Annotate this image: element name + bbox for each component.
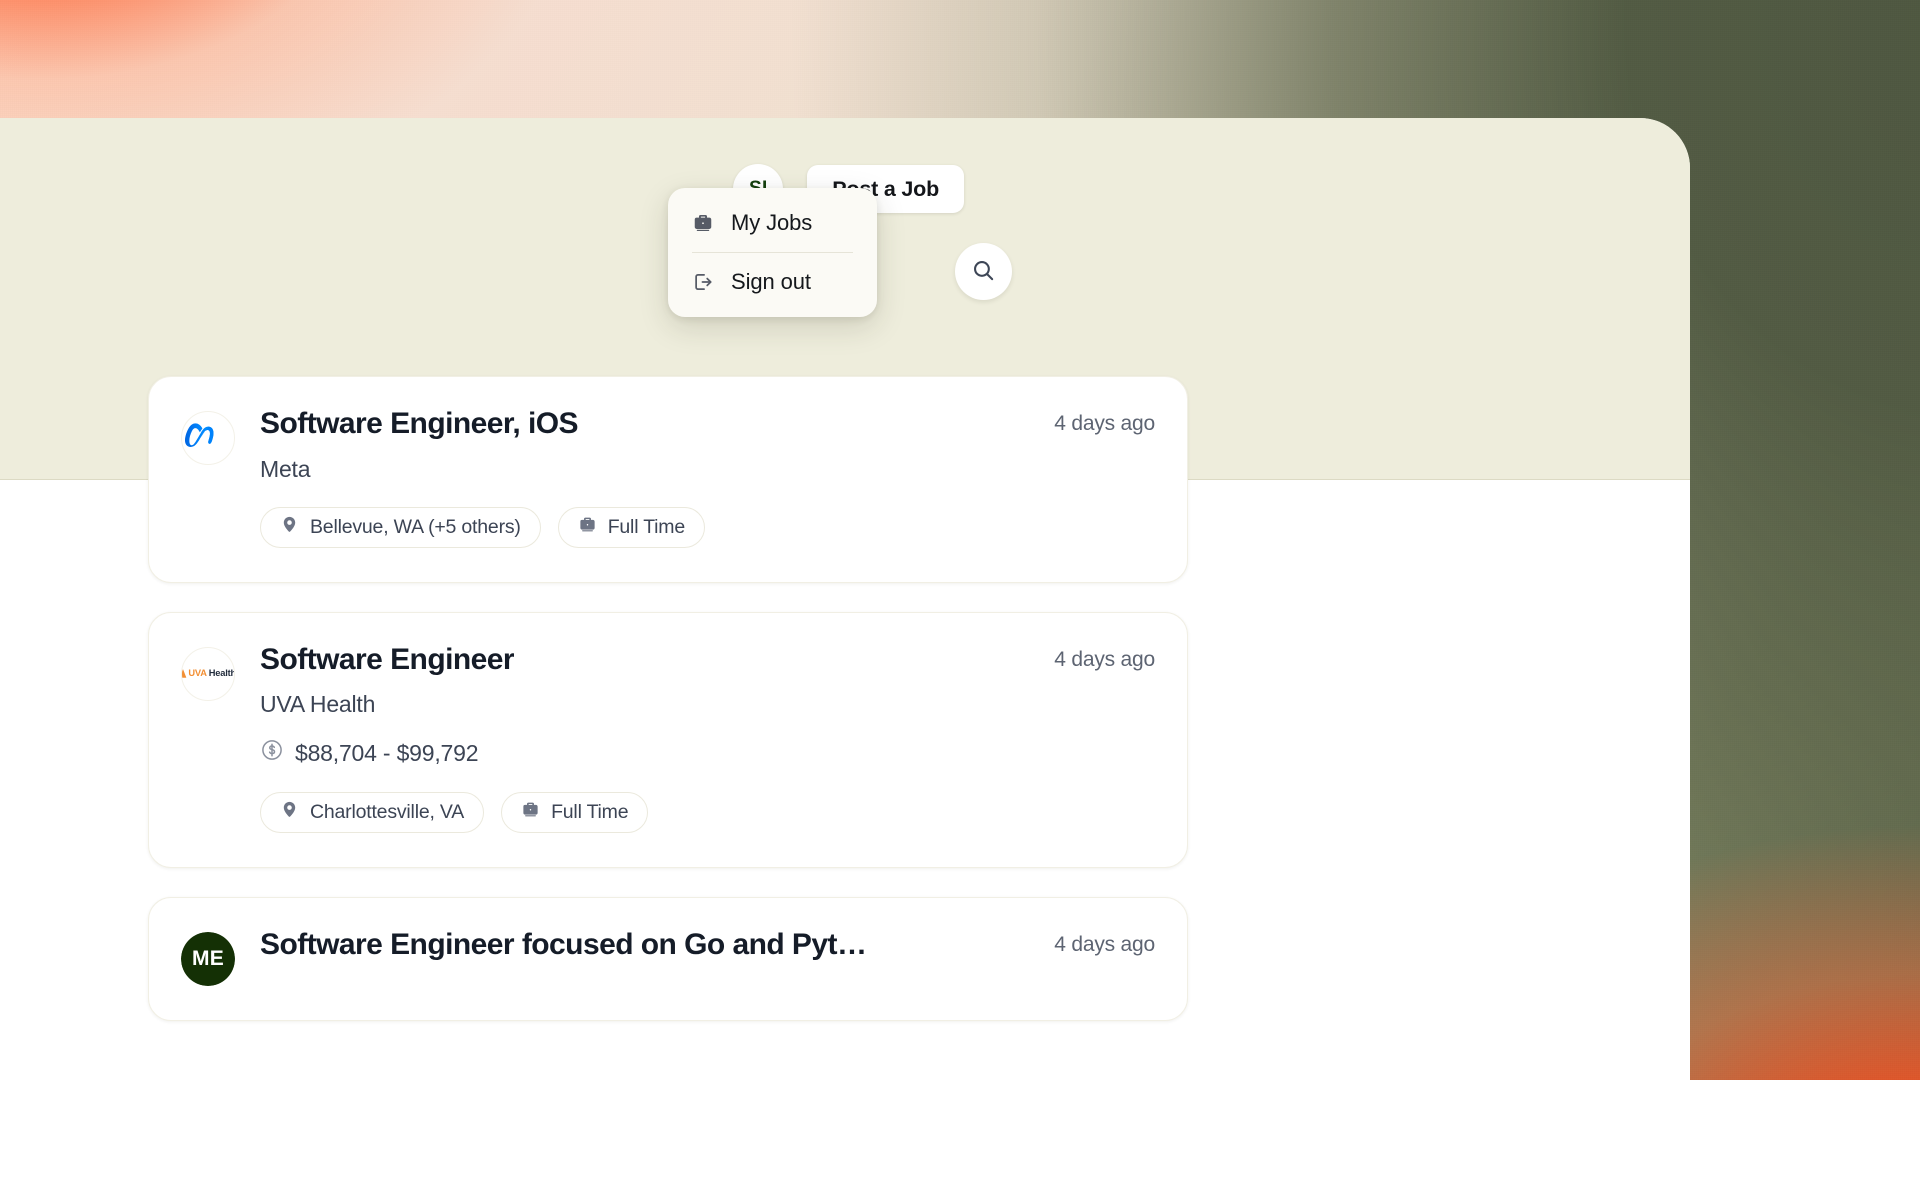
job-tag-location: Bellevue, WA (+5 others) [260, 507, 541, 548]
uva-mark [181, 669, 187, 678]
job-tag-location: Charlottesville, VA [260, 792, 484, 833]
job-top-row: Software Engineer focused on Go and Pyt…… [260, 928, 1155, 962]
briefcase-icon [692, 212, 714, 234]
job-list: Software Engineer, iOS 4 days ago Meta B… [148, 376, 1188, 1021]
job-title: Software Engineer, iOS [260, 407, 578, 441]
sign-out-icon [692, 271, 714, 293]
job-tag-label: Bellevue, WA (+5 others) [310, 516, 521, 539]
job-tag-employment-type: Full Time [558, 507, 705, 548]
job-tag-label: Charlottesville, VA [310, 801, 464, 824]
job-body: Software Engineer focused on Go and Pyt…… [260, 928, 1155, 986]
company-logo [181, 411, 235, 465]
job-card[interactable]: UVAHealth Software Engineer 4 days ago U… [148, 612, 1188, 869]
company-logo: ME [181, 932, 235, 986]
location-pin-icon [280, 800, 299, 825]
profile-dropdown-menu: My Jobs Sign out [668, 188, 877, 317]
job-posted-date: 4 days ago [1054, 407, 1155, 436]
app-window: SI Post a Job My Jobs [0, 118, 1690, 1178]
menu-item-label: Sign out [731, 269, 811, 295]
job-card[interactable]: Software Engineer, iOS 4 days ago Meta B… [148, 376, 1188, 583]
search-icon [971, 258, 996, 286]
job-top-row: Software Engineer, iOS 4 days ago [260, 407, 1155, 441]
uva-health-logo-icon: UVAHealth [181, 668, 235, 679]
location-pin-icon [280, 515, 299, 540]
job-title: Software Engineer focused on Go and Pyt… [260, 928, 866, 962]
menu-item-my-jobs[interactable]: My Jobs [668, 194, 877, 252]
job-tag-label: Full Time [551, 801, 628, 824]
dollar-circle-icon [260, 738, 284, 768]
company-logo: UVAHealth [181, 647, 235, 701]
job-tags: Bellevue, WA (+5 others) Full Time [260, 507, 1155, 548]
job-tag-employment-type: Full Time [501, 792, 648, 833]
job-posted-date: 4 days ago [1054, 643, 1155, 672]
job-title: Software Engineer [260, 643, 514, 677]
job-salary-range: $88,704 - $99,792 [295, 740, 478, 767]
job-top-row: Software Engineer 4 days ago [260, 643, 1155, 677]
menu-item-label: My Jobs [731, 210, 812, 236]
uva-logo-text-orange: UVA [189, 668, 207, 679]
job-company: UVA Health [260, 691, 1155, 718]
job-card[interactable]: ME Software Engineer focused on Go and P… [148, 897, 1188, 1021]
job-salary: $88,704 - $99,792 [260, 738, 1155, 768]
job-tags: Charlottesville, VA Full Time [260, 792, 1155, 833]
sidebar: t me [0, 480, 90, 1178]
job-body: Software Engineer, iOS 4 days ago Meta B… [260, 407, 1155, 548]
job-company: Meta [260, 456, 1155, 483]
briefcase-icon [521, 800, 540, 825]
menu-item-sign-out[interactable]: Sign out [668, 253, 877, 311]
job-body: Software Engineer 4 days ago UVA Health … [260, 643, 1155, 834]
job-tag-label: Full Time [608, 516, 685, 539]
uva-logo-text-dark: Health [209, 668, 235, 679]
meta-logo-icon [185, 413, 231, 464]
company-initials-avatar: ME [181, 932, 235, 986]
search-button[interactable] [955, 243, 1012, 300]
job-posted-date: 4 days ago [1054, 928, 1155, 957]
briefcase-icon [578, 515, 597, 540]
